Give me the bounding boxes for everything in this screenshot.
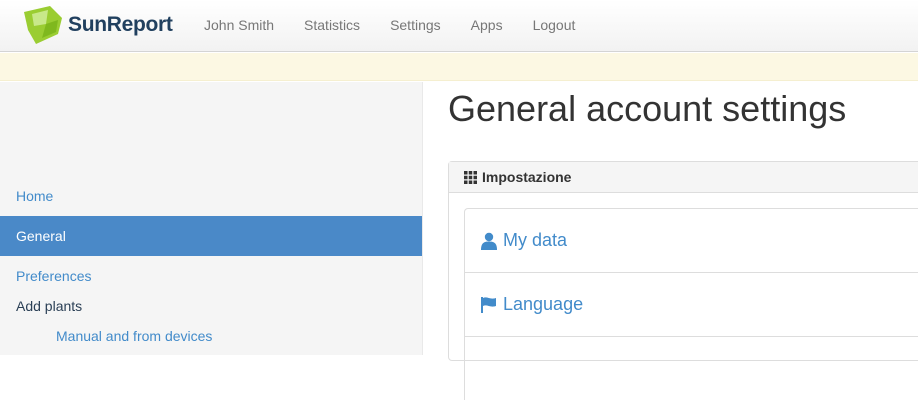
my-data-label: My data (503, 230, 568, 250)
settings-panel: Impostazione My data Language (448, 161, 918, 400)
user-icon (481, 232, 497, 250)
list-item-my-data[interactable]: My data (464, 208, 918, 272)
panel-heading: Impostazione (449, 162, 918, 193)
settings-list: My data Language (464, 208, 918, 400)
main-nav: John Smith Statistics Settings Apps Logo… (189, 0, 590, 52)
nav-logout[interactable]: Logout (518, 0, 591, 52)
list-item-next[interactable] (464, 336, 918, 400)
sidebar-item-general[interactable]: General (0, 216, 422, 256)
sidebar-item-home[interactable]: Home (0, 176, 422, 216)
panel-heading-label: Impostazione (482, 169, 572, 185)
nav-settings[interactable]: Settings (375, 0, 456, 52)
alert-bar (0, 53, 918, 81)
top-navbar: SunReport John Smith Statistics Settings… (0, 0, 918, 52)
page-title: General account settings (448, 88, 847, 129)
sidebar-divider (422, 82, 423, 355)
nav-apps[interactable]: Apps (456, 0, 518, 52)
brand-name: SunReport (68, 13, 173, 36)
flag-icon (481, 296, 496, 313)
sunreport-logo-icon (24, 6, 62, 44)
language-label: Language (503, 294, 584, 314)
list-item-language[interactable]: Language (464, 272, 918, 336)
grid-icon (464, 170, 477, 184)
sidebar: Home General Preferences Add plants Manu… (0, 82, 422, 355)
sidebar-item-manual-devices[interactable]: Manual and from devices (0, 316, 422, 356)
nav-user-name[interactable]: John Smith (189, 0, 289, 52)
nav-statistics[interactable]: Statistics (289, 0, 375, 52)
brand-logo[interactable]: SunReport (22, 3, 173, 47)
